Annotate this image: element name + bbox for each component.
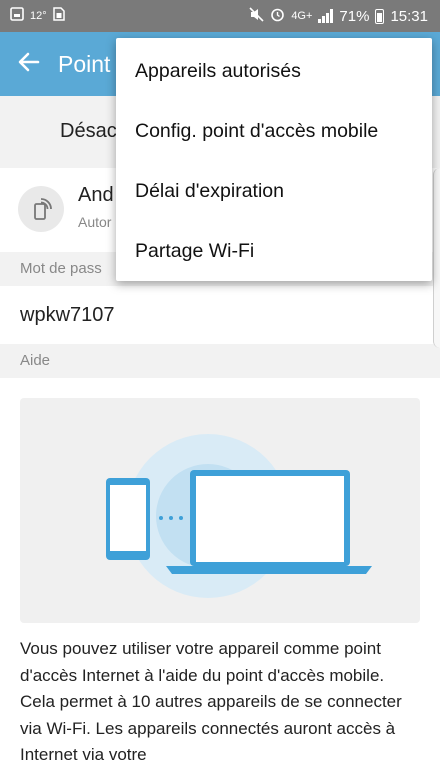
battery-percent-text: 71% <box>339 7 370 25</box>
device-name: And <box>78 184 114 206</box>
password-value: wpkw7107 <box>20 304 115 326</box>
status-bar: 12° 4G+ 71% 15:31 <box>0 0 440 32</box>
device-subtitle: Autor <box>78 214 112 230</box>
hotspot-phone-icon <box>18 186 64 232</box>
help-area: Vous pouvez utiliser votre appareil comm… <box>0 378 440 781</box>
password-row[interactable]: wpkw7107 <box>0 286 440 344</box>
menu-item-wifi-sharing[interactable]: Partage Wi-Fi <box>116 221 432 281</box>
help-description: Vous pouvez utiliser votre appareil comm… <box>20 639 402 764</box>
network-type-text: 4G+ <box>291 10 313 22</box>
temperature-text: 12° <box>30 10 47 22</box>
sim-icon <box>52 7 65 25</box>
status-left: 12° <box>10 7 65 25</box>
clock-text: 15:31 <box>390 7 428 25</box>
menu-item-timeout[interactable]: Délai d'expiration <box>116 161 432 221</box>
signal-icon <box>318 9 334 23</box>
back-button[interactable] <box>0 32 58 96</box>
screenshot-icon <box>10 7 24 25</box>
battery-icon <box>375 8 385 24</box>
alarm-icon <box>270 7 285 26</box>
help-section-header: Aide <box>0 344 440 378</box>
toggle-state-label: Désac <box>60 120 117 142</box>
mute-icon <box>249 6 264 26</box>
hotspot-illustration <box>20 398 420 623</box>
menu-item-authorized-devices[interactable]: Appareils autorisés <box>116 41 432 101</box>
back-arrow-icon <box>18 48 40 80</box>
edge-panel-handle[interactable] <box>433 168 440 348</box>
status-right: 4G+ 71% 15:31 <box>249 6 428 26</box>
overflow-menu: Appareils autorisés Config. point d'accè… <box>116 38 432 281</box>
page-title: Point <box>58 50 111 77</box>
menu-item-hotspot-config[interactable]: Config. point d'accès mobile <box>116 101 432 161</box>
